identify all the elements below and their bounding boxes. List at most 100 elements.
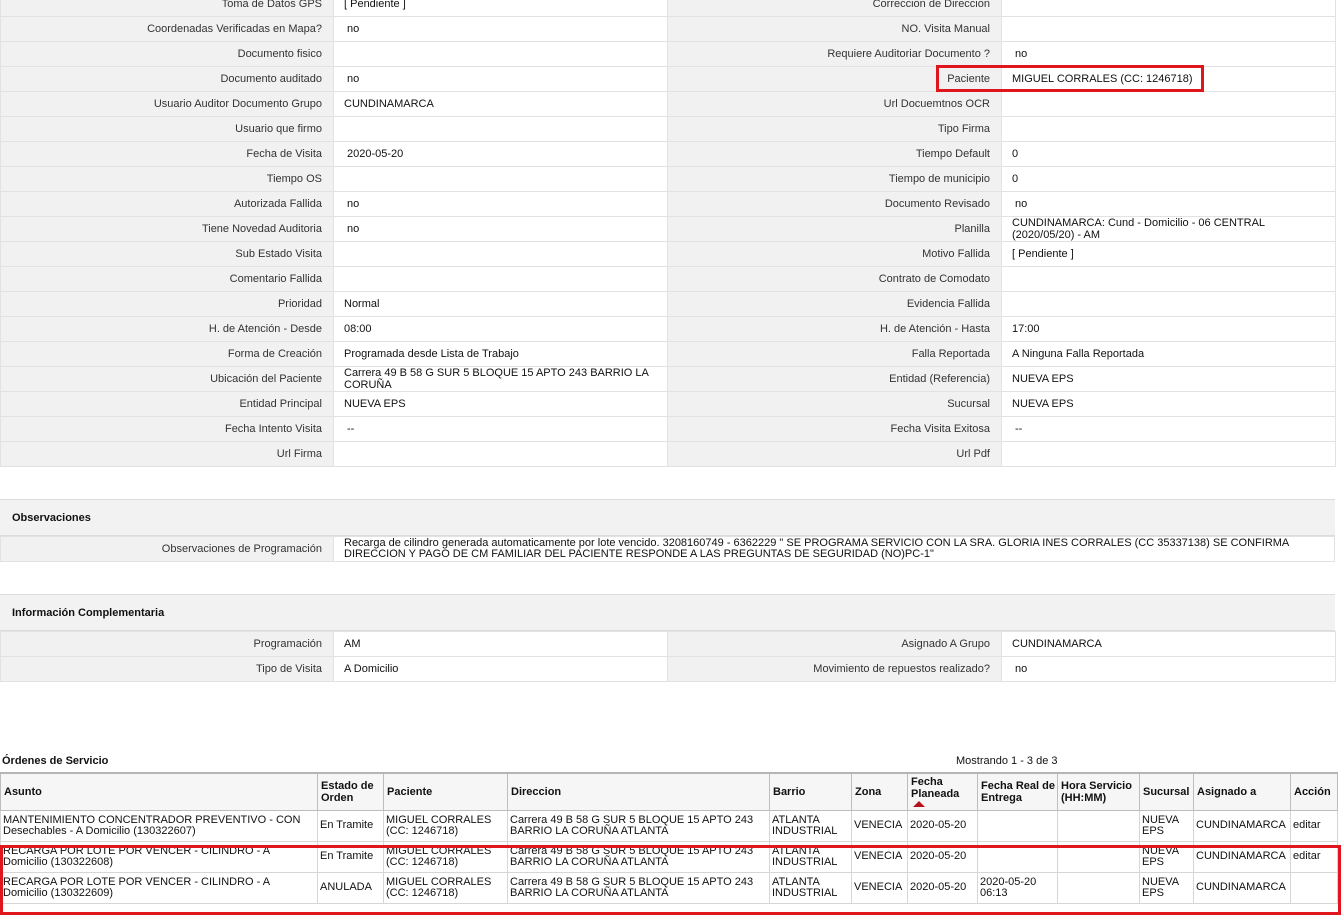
field-row: Prioridad Normal Evidencia Fallida: [0, 291, 1336, 317]
cell-estado-de-orden: En Tramite: [317, 809, 384, 842]
column-header-accion[interactable]: Acción: [1290, 772, 1338, 811]
sort-ascending-icon: [913, 801, 925, 808]
label-url-firma: Url Firma: [0, 441, 334, 467]
value-url-pdf: [1001, 441, 1336, 467]
column-header-sucursal[interactable]: Sucursal: [1139, 772, 1194, 811]
label-tiempo-de-municipio: Tiempo de municipio: [667, 166, 1002, 192]
column-header-hora-servicio-hh-mm[interactable]: Hora Servicio (HH:MM): [1057, 772, 1140, 811]
value-url-docuemtnos-ocr: [1001, 91, 1336, 117]
cell-asignado-a: CUNDINAMARCA: [1193, 871, 1291, 904]
label-documento-auditado: Documento auditado: [0, 66, 334, 92]
field-row: Sub Estado Visita Motivo Fallida[ Pendien…: [0, 241, 1336, 267]
column-header-label: Asignado a: [1197, 785, 1257, 798]
cell-hora-servicio-hh-mm: [1057, 871, 1140, 904]
column-header-estado-de-orden[interactable]: Estado de Orden: [317, 772, 384, 811]
label-url-pdf: Url Pdf: [667, 441, 1002, 467]
cell-paciente: MIGUEL CORRALES (CC: 1246718): [383, 840, 508, 873]
value-tipo-firma: [1001, 116, 1336, 142]
cell-direccion: Carrera 49 B 58 G SUR 5 BLOQUE 15 APTO 2…: [507, 809, 770, 842]
field-row: Usuario Auditor Documento Grupo CUNDINAMA…: [0, 91, 1336, 117]
label-tipo-firma: Tipo Firma: [667, 116, 1002, 142]
cell-sucursal: NUEVA EPS: [1139, 840, 1194, 873]
label-entidad-principal: Entidad Principal: [0, 391, 334, 417]
field-row: Forma de Creación Programada desde Lista …: [0, 341, 1336, 367]
cell-accion: editar: [1290, 809, 1338, 842]
label-sucursal: Sucursal: [667, 391, 1002, 417]
value-autorizada-fallida: no: [333, 191, 668, 217]
value-forma-de-creacion: Programada desde Lista de Trabajo: [333, 341, 668, 367]
column-header-label: Acción: [1294, 785, 1331, 798]
label-correccion-de-direccion: Correccion de Direccion: [667, 0, 1002, 17]
cell-paciente: MIGUEL CORRALES (CC: 1246718): [383, 871, 508, 904]
cell-sucursal: NUEVA EPS: [1139, 809, 1194, 842]
column-header-label: Asunto: [4, 785, 42, 798]
column-header-zona[interactable]: Zona: [851, 772, 908, 811]
value-url-firma: [333, 441, 668, 467]
value-usuario-auditor-documento-grupo: CUNDINAMARCA: [333, 91, 668, 117]
column-header-paciente[interactable]: Paciente: [383, 772, 508, 811]
column-header-direccion[interactable]: Direccion: [507, 772, 770, 811]
column-header-asunto[interactable]: Asunto: [0, 772, 318, 811]
cell-estado-de-orden: En Tramite: [317, 840, 384, 873]
edit-link[interactable]: editar: [1293, 819, 1321, 831]
label-planilla: Planilla: [667, 216, 1002, 242]
column-header-label: Sucursal: [1143, 785, 1190, 798]
cell-direccion: Carrera 49 B 58 G SUR 5 BLOQUE 15 APTO 2…: [507, 840, 770, 873]
cell-fecha-planeada: 2020-05-20: [907, 871, 978, 904]
column-header-fecha-planeada[interactable]: Fecha Planeada: [907, 772, 978, 811]
cell-zona: VENECIA: [851, 840, 908, 873]
value-sub-estado-visita: [333, 241, 668, 267]
label-autorizada-fallida: Autorizada Fallida: [0, 191, 334, 217]
orders-count: Mostrando 1 - 3 de 3: [956, 755, 1058, 767]
value-fecha-visita-exitosa: --: [1001, 416, 1336, 442]
orders-table: Asunto Estado de Orden Paciente Direccion Ba…: [0, 772, 1338, 904]
label-tiempo-os: Tiempo OS: [0, 166, 334, 192]
field-row: Ubicación del Paciente Carrera 49 B 58 G …: [0, 366, 1336, 392]
observaciones-value: Recarga de cilindro generada automaticam…: [344, 537, 1289, 560]
value-tiempo-default: 0: [1001, 141, 1336, 167]
edit-link[interactable]: editar: [1293, 850, 1321, 862]
value-documento-auditado: no: [333, 66, 668, 92]
value-comentario-fallida: [333, 266, 668, 292]
value-fecha-de-visita: 2020-05-20: [333, 141, 668, 167]
column-header-label: Fecha Planeada: [911, 776, 960, 801]
value-ubicacion-del-paciente: Carrera 49 B 58 G SUR 5 BLOQUE 15 APTO 2…: [333, 366, 668, 392]
cell-accion: editar: [1290, 840, 1338, 873]
column-header-asignado-a[interactable]: Asignado a: [1193, 772, 1291, 811]
field-row: Coordenadas Verificadas en Mapa? no NO. Vi…: [0, 16, 1336, 42]
field-row: Url Firma Url Pdf: [0, 441, 1336, 467]
field-row: H. de Atención - Desde 08:00 H. de Atenció…: [0, 316, 1336, 342]
field-row: Documento fisico Requiere Auditoriar Docu…: [0, 41, 1336, 67]
field-row: Comentario Fallida Contrato de Comodato: [0, 266, 1336, 292]
value-documento-fisico: [333, 41, 668, 67]
column-header-label: Fecha Real de Entrega: [981, 779, 1055, 804]
value-tiene-novedad-auditoria: no: [333, 216, 668, 242]
value-sucursal: NUEVA EPS: [1001, 391, 1336, 417]
label-paciente: Paciente: [667, 66, 1002, 92]
value-paciente: MIGUEL CORRALES (CC: 1246718): [1001, 66, 1336, 92]
label-tiene-novedad-auditoria: Tiene Novedad Auditoria: [0, 216, 334, 242]
column-header-barrio[interactable]: Barrio: [769, 772, 852, 811]
cell-fecha-real-de-entrega: 2020-05-20 06:13: [977, 871, 1058, 904]
column-header-label: Estado de Orden: [321, 779, 374, 804]
observaciones-row: Observaciones de Programación Recarga de…: [0, 536, 1335, 562]
cell-asunto: RECARGA POR LOTE POR VENCER - CILINDRO -…: [0, 871, 318, 904]
label-documento-fisico: Documento fisico: [0, 41, 334, 67]
value-programacion: AM: [333, 631, 668, 657]
value-prioridad: Normal: [333, 291, 668, 317]
visit-details-table: Toma de Datos GPS[ Pendiente ] Correccion…: [0, 0, 1336, 467]
value-h-de-atencion-desde: 08:00: [333, 316, 668, 342]
value-movimiento-de-repuestos-realizado: no: [1001, 656, 1336, 682]
cell-asunto: MANTENIMIENTO CONCENTRADOR PREVENTIVO - …: [0, 809, 318, 842]
cell-sucursal: NUEVA EPS: [1139, 871, 1194, 904]
label-fecha-de-visita: Fecha de Visita: [0, 141, 334, 167]
field-row: Toma de Datos GPS[ Pendiente ] Correccion…: [0, 0, 1336, 17]
observaciones-label: Observaciones de Programación: [1, 537, 334, 561]
value-tiempo-os: [333, 166, 668, 192]
label-fecha-visita-exitosa: Fecha Visita Exitosa: [667, 416, 1002, 442]
value-usuario-que-firmo: [333, 116, 668, 142]
value-fecha-intento-visita: --: [333, 416, 668, 442]
field-row: Tipo de Visita A Domicilio Movimiento de r…: [0, 656, 1336, 682]
column-header-label: Hora Servicio (HH:MM): [1061, 779, 1132, 804]
column-header-fecha-real-de-entrega[interactable]: Fecha Real de Entrega: [977, 772, 1058, 811]
